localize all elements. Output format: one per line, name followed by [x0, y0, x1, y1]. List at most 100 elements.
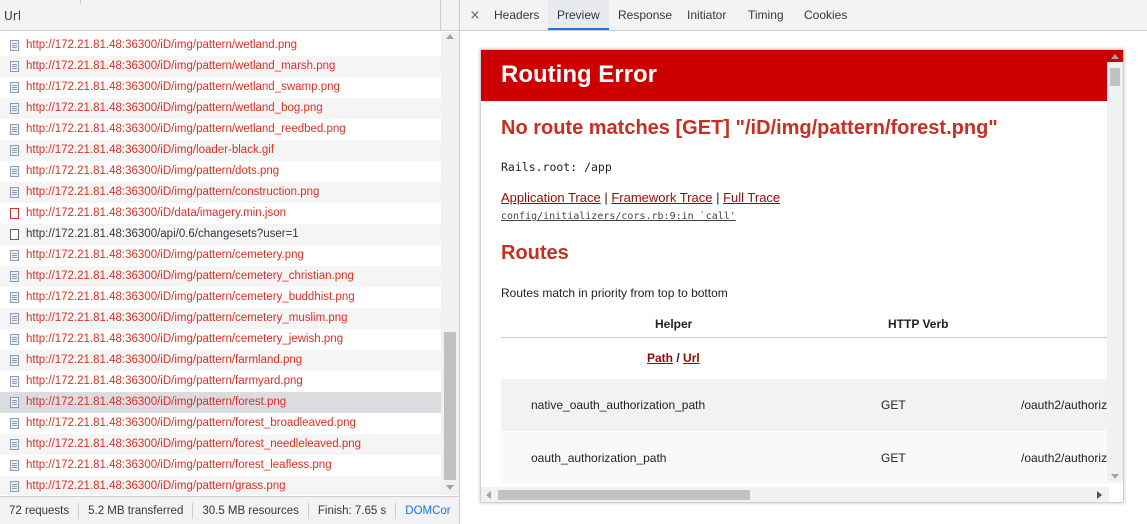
file-icon [10, 82, 19, 93]
scroll-right-arrow-icon[interactable] [1097, 491, 1102, 499]
file-icon [10, 334, 19, 345]
scroll-down-arrow-icon[interactable] [1111, 474, 1119, 479]
rails-root: Rails.root: /app [501, 160, 612, 174]
request-url: http://172.21.81.48:36300/iD/img/pattern… [26, 333, 344, 345]
route-helper: oauth_authorization_path [531, 451, 667, 465]
request-url: http://172.21.81.48:36300/iD/img/pattern… [26, 39, 298, 51]
request-url: http://172.21.81.48:36300/iD/img/loader-… [26, 144, 275, 156]
tab-response[interactable]: Response [616, 0, 674, 30]
trace-line[interactable]: config/initializers/cors.rb:9:in `call' [501, 211, 736, 222]
file-icon [10, 418, 19, 429]
request-url: http://172.21.81.48:36300/iD/data/imager… [26, 207, 286, 219]
request-row[interactable]: http://172.21.81.48:36300/iD/img/pattern… [0, 119, 441, 140]
request-row[interactable]: http://172.21.81.48:36300/iD/img/pattern… [0, 371, 441, 392]
preview-horizontal-scrollbar[interactable] [481, 487, 1109, 502]
scrollbar-thumb[interactable] [498, 490, 750, 500]
request-row[interactable]: http://172.21.81.48:36300/iD/img/pattern… [0, 98, 441, 119]
scroll-up-arrow-icon[interactable] [1111, 54, 1119, 59]
scrollbar-thumb[interactable] [1110, 68, 1120, 86]
request-url: http://172.21.81.48:36300/iD/img/pattern… [26, 354, 303, 366]
tab-timing[interactable]: Timing [746, 0, 786, 30]
route-row: native_oauth_authorization_path GET /oau… [501, 379, 1123, 432]
request-row[interactable]: http://172.21.81.48:36300/iD/img/pattern… [0, 329, 441, 350]
scrollbar-thumb[interactable] [444, 332, 456, 480]
request-url: http://172.21.81.48:36300/iD/img/pattern… [26, 60, 336, 72]
file-icon [10, 145, 19, 156]
file-icon [10, 124, 19, 135]
request-row[interactable]: http://172.21.81.48:36300/iD/img/pattern… [0, 77, 441, 98]
framework-trace-link[interactable]: Framework Trace [611, 190, 712, 205]
request-row[interactable]: http://172.21.81.48:36300/iD/img/pattern… [0, 35, 441, 56]
request-url: http://172.21.81.48:36300/iD/img/pattern… [26, 438, 362, 450]
request-row[interactable]: http://172.21.81.48:36300/iD/img/pattern… [0, 245, 441, 266]
application-trace-link[interactable]: Application Trace [501, 190, 601, 205]
request-url: http://172.21.81.48:36300/iD/img/pattern… [26, 417, 356, 429]
tab-preview[interactable]: Preview [548, 0, 609, 30]
file-icon [10, 40, 19, 51]
request-list-header: Url [0, 0, 459, 31]
request-url: http://172.21.81.48:36300/iD/img/pattern… [26, 396, 287, 408]
tab-cookies[interactable]: Cookies [802, 0, 849, 30]
request-list-pane: Url http://172.21.81.48:36300/iD/img/pat… [0, 0, 460, 524]
url-link[interactable]: Url [683, 351, 700, 365]
routes-note: Routes match in priority from top to bot… [501, 286, 728, 300]
request-url: http://172.21.81.48:36300/iD/img/pattern… [26, 249, 304, 261]
routes-heading: Routes [501, 242, 569, 264]
tab-headers[interactable]: Headers [492, 0, 541, 30]
path-link[interactable]: Path [647, 351, 673, 365]
request-row[interactable]: http://172.21.81.48:36300/iD/img/pattern… [0, 350, 441, 371]
close-details-icon[interactable]: × [468, 8, 482, 23]
request-details-pane: × Headers Preview Response Initiator Tim… [460, 0, 1147, 524]
request-row[interactable]: http://172.21.81.48:36300/iD/data/imager… [0, 203, 441, 224]
route-verb: GET [881, 451, 906, 465]
request-url: http://172.21.81.48:36300/iD/img/pattern… [26, 480, 286, 492]
request-list: http://172.21.81.48:36300/iD/img/pattern… [0, 32, 441, 495]
request-url: http://172.21.81.48:36300/iD/img/pattern… [26, 291, 355, 303]
file-icon [10, 460, 19, 471]
request-row[interactable]: http://172.21.81.48:36300/iD/img/pattern… [0, 161, 441, 182]
resources-size: 30.5 MB resources [193, 502, 309, 519]
request-row[interactable]: http://172.21.81.48:36300/iD/img/pattern… [0, 287, 441, 308]
scroll-left-arrow-icon[interactable] [486, 491, 491, 499]
file-icon [10, 292, 19, 303]
request-url: http://172.21.81.48:36300/iD/img/pattern… [26, 375, 303, 387]
routes-table-header: Helper HTTP Verb [501, 309, 1123, 338]
request-row[interactable]: http://172.21.81.48:36300/iD/img/pattern… [0, 476, 441, 495]
request-row[interactable]: http://172.21.81.48:36300/iD/img/pattern… [0, 455, 441, 476]
column-resize-handle[interactable] [80, 0, 81, 4]
response-preview: Routing Error No route matches [GET] "/i… [480, 49, 1124, 503]
request-url: http://172.21.81.48:36300/iD/img/pattern… [26, 312, 348, 324]
http-verb-column-header: HTTP Verb [888, 317, 949, 331]
trace-separator: | [600, 190, 612, 205]
file-icon [10, 187, 19, 198]
file-icon [10, 376, 19, 387]
request-url: http://172.21.81.48:36300/api/0.6/change… [26, 228, 299, 240]
request-row[interactable]: http://172.21.81.48:36300/iD/img/pattern… [0, 182, 441, 203]
routes-table: Helper HTTP Verb Path / Url native_oauth… [501, 309, 1123, 485]
details-tab-bar: × Headers Preview Response Initiator Tim… [460, 0, 1147, 31]
request-url: http://172.21.81.48:36300/iD/img/pattern… [26, 186, 320, 198]
preview-vertical-scrollbar[interactable] [1107, 54, 1123, 482]
request-row[interactable]: http://172.21.81.48:36300/iD/img/loader-… [0, 140, 441, 161]
full-trace-link[interactable]: Full Trace [723, 190, 780, 205]
error-message: No route matches [GET] "/iD/img/pattern/… [501, 117, 998, 139]
scroll-up-arrow-icon[interactable] [446, 34, 454, 39]
request-row[interactable]: http://172.21.81.48:36300/iD/img/pattern… [0, 56, 441, 77]
request-url: http://172.21.81.48:36300/iD/img/pattern… [26, 81, 340, 93]
request-row[interactable]: http://172.21.81.48:36300/iD/img/pattern… [0, 266, 441, 287]
tab-initiator[interactable]: Initiator [685, 0, 728, 30]
file-icon [10, 166, 19, 177]
path-url-toggle-row: Path / Url [501, 338, 1123, 379]
request-row[interactable]: http://172.21.81.48:36300/iD/img/pattern… [0, 392, 441, 413]
domcontentloaded-time: DOMCor [405, 504, 451, 517]
request-row[interactable]: http://172.21.81.48:36300/api/0.6/change… [0, 224, 441, 245]
request-row[interactable]: http://172.21.81.48:36300/iD/img/pattern… [0, 308, 441, 329]
request-row[interactable]: http://172.21.81.48:36300/iD/img/pattern… [0, 434, 441, 455]
url-column-header[interactable]: Url [4, 9, 21, 23]
route-path: /oauth2/authorize [1021, 451, 1114, 465]
scroll-down-arrow-icon[interactable] [446, 485, 454, 490]
request-row[interactable]: http://172.21.81.48:36300/iD/img/pattern… [0, 413, 441, 434]
request-list-scrollbar[interactable] [441, 32, 459, 495]
list-top-edge [0, 32, 441, 35]
request-url: http://172.21.81.48:36300/iD/img/pattern… [26, 102, 323, 114]
